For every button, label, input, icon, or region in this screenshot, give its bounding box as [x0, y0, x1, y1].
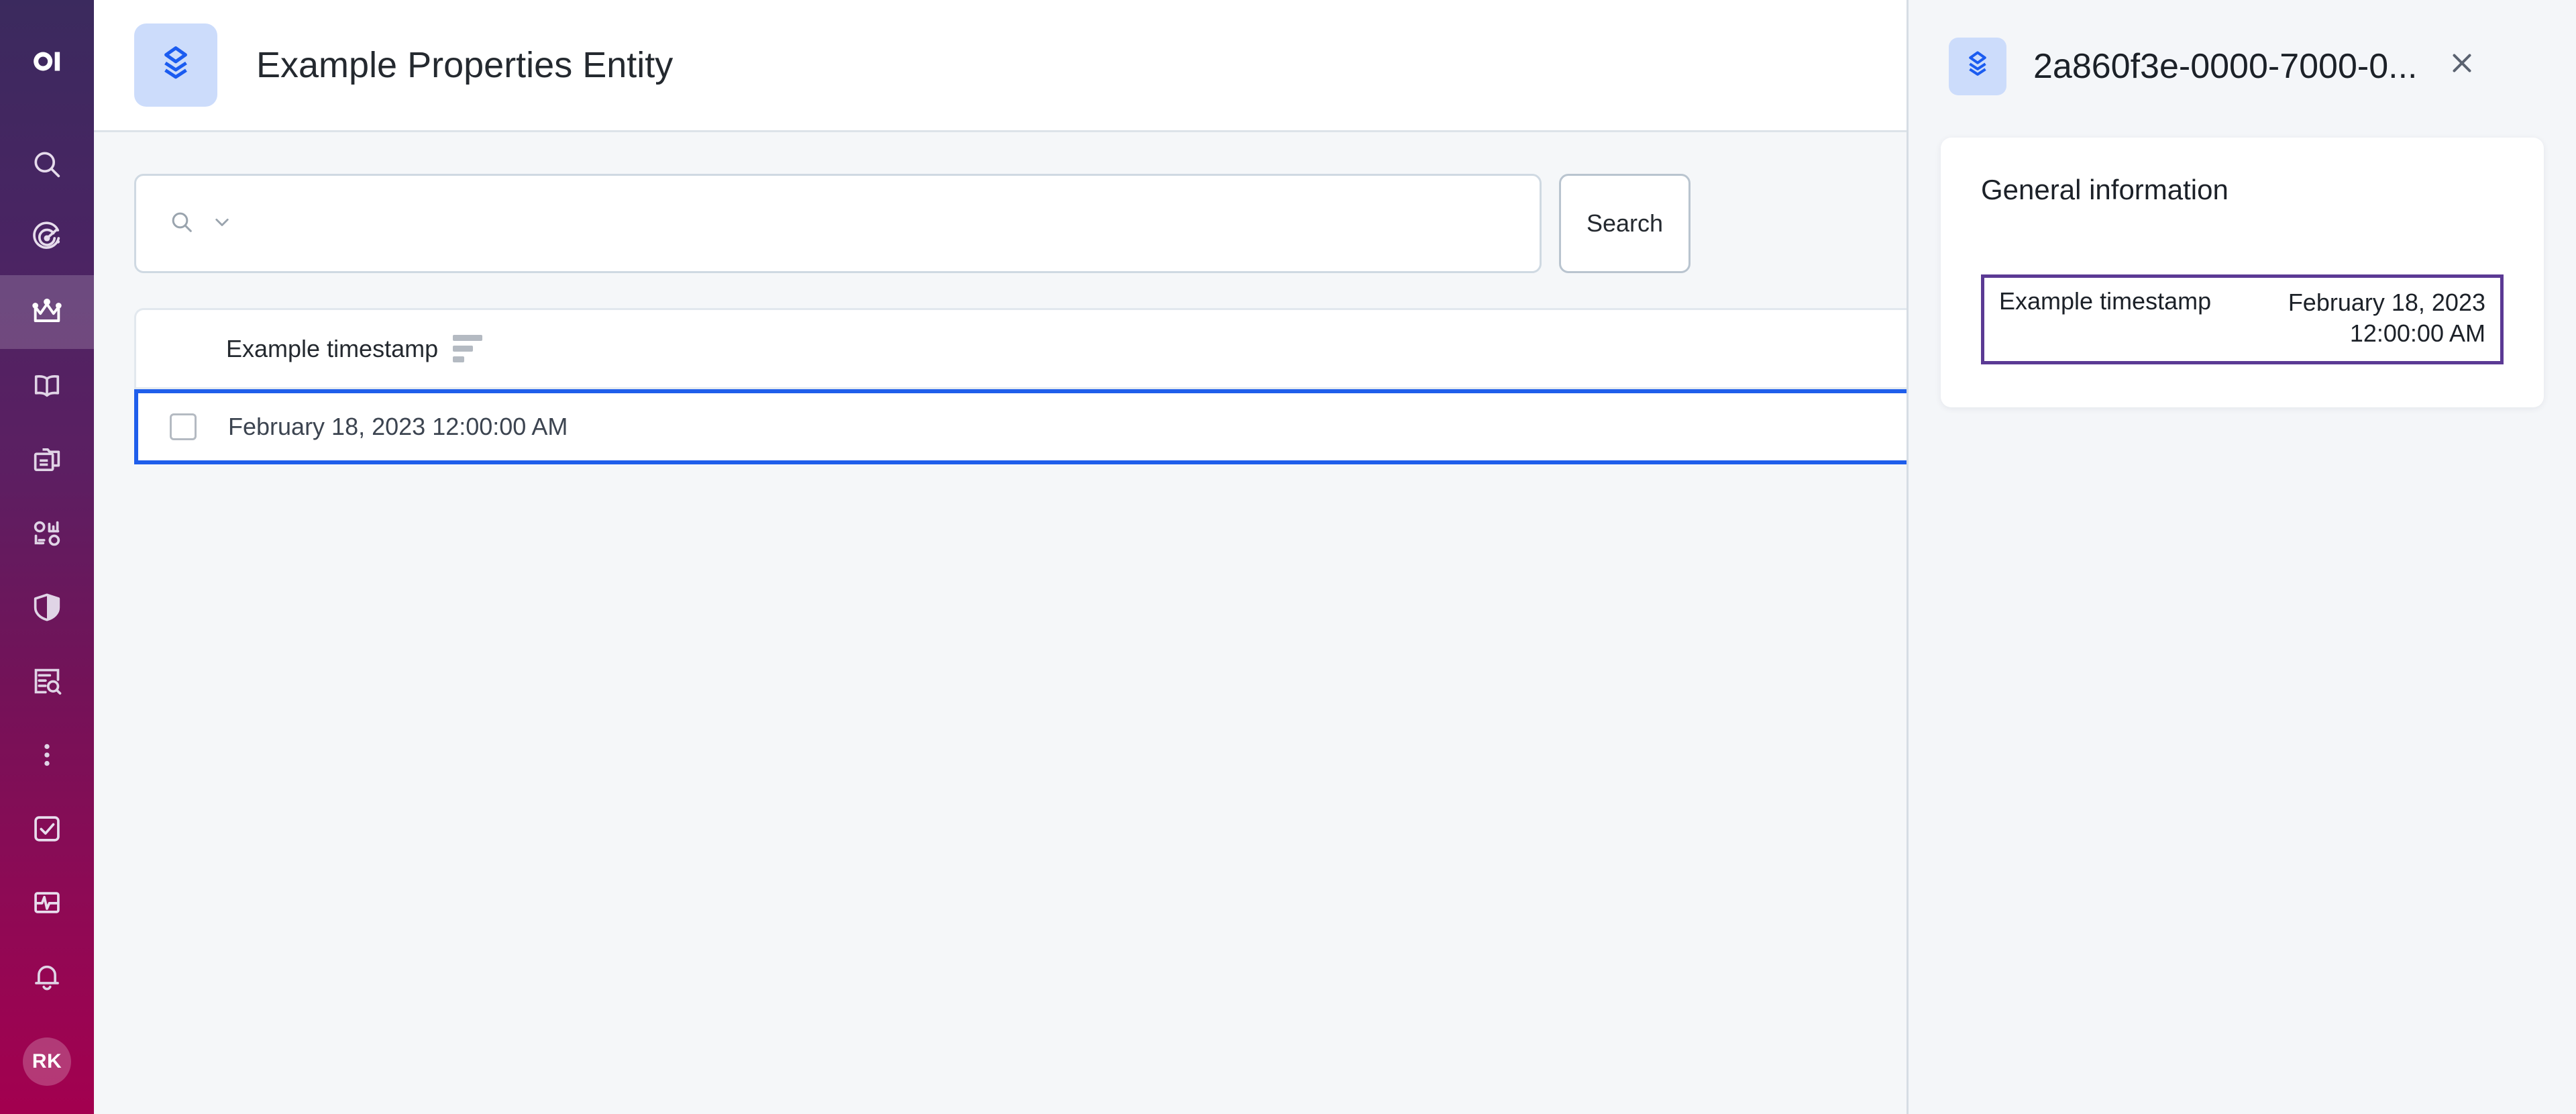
avatar-initials: RK	[32, 1050, 62, 1073]
sidebar-bottom: RK	[0, 1037, 94, 1114]
avatar[interactable]: RK	[23, 1037, 71, 1086]
book-icon	[30, 368, 64, 403]
property-key: Example timestamp	[1999, 287, 2211, 315]
logo-icon	[26, 43, 68, 85]
results-table: Example timestamp	[134, 308, 1945, 389]
sidebar-item-search[interactable]	[0, 128, 94, 201]
bell-icon	[30, 959, 64, 994]
sidebar: RK	[0, 0, 94, 1114]
shield-icon	[30, 590, 64, 625]
sidebar-item-more[interactable]	[0, 718, 94, 792]
detail-drawer: 2a860f3e-0000-7000-0... General informat…	[1907, 0, 2576, 1114]
sidebar-item-catalog[interactable]	[0, 349, 94, 423]
layers-icon	[1962, 48, 1994, 84]
sidebar-item-governance[interactable]	[0, 275, 94, 349]
sidebar-item-protection[interactable]	[0, 570, 94, 644]
row-select-cell	[138, 413, 228, 440]
sort-descending-icon[interactable]	[453, 335, 482, 362]
cell-example-timestamp: February 18, 2023 12:00:00 AM	[228, 413, 568, 441]
target-icon	[30, 221, 64, 256]
search-icon	[30, 147, 64, 182]
search-icon	[168, 209, 195, 239]
tasks-checkbox-icon	[30, 811, 64, 846]
sidebar-item-tasks[interactable]	[0, 792, 94, 866]
drawer-header: 2a860f3e-0000-7000-0...	[1909, 0, 2576, 132]
sidebar-item-hunting[interactable]	[0, 201, 94, 275]
sidebar-item-documents[interactable]	[0, 423, 94, 497]
sidebar-item-investigate[interactable]	[0, 644, 94, 718]
property-row-example-timestamp[interactable]: Example timestamp February 18, 2023 12:0…	[1981, 274, 2504, 364]
table-header-row: Example timestamp	[136, 310, 1943, 389]
document-search-icon	[30, 664, 64, 699]
entity-type-chip	[134, 23, 217, 107]
sidebar-item-assets[interactable]	[0, 497, 94, 570]
activity-monitor-icon	[30, 885, 64, 920]
general-information-card: General information Example timestamp Fe…	[1941, 138, 2544, 407]
sidebar-item-activity[interactable]	[0, 866, 94, 940]
property-value: February 18, 2023 12:00:00 AM	[2230, 287, 2485, 349]
drawer-title: 2a860f3e-0000-7000-0...	[2033, 46, 2417, 87]
layers-icon	[154, 42, 197, 89]
column-header-example-timestamp[interactable]: Example timestamp	[226, 335, 482, 363]
table-row[interactable]: February 18, 2023 12:00:00 AM	[134, 389, 1955, 464]
app-root: RK Example Properties Entity	[0, 0, 2576, 1114]
drawer-entity-chip	[1949, 38, 2006, 95]
page-title: Example Properties Entity	[256, 44, 673, 86]
copy-documents-icon	[30, 442, 64, 477]
crown-icon	[30, 295, 64, 330]
chevron-down-icon[interactable]	[210, 210, 234, 238]
sidebar-item-notifications[interactable]	[0, 940, 94, 1013]
data-assets-icon	[30, 516, 64, 551]
row-checkbox[interactable]	[170, 413, 197, 440]
column-header-label: Example timestamp	[226, 335, 438, 363]
card-title: General information	[1981, 174, 2504, 206]
close-icon[interactable]	[2447, 48, 2477, 85]
search-button[interactable]: Search	[1559, 174, 1690, 273]
search-input[interactable]	[134, 174, 1542, 273]
more-vertical-icon	[30, 738, 64, 772]
app-logo[interactable]	[0, 0, 94, 128]
